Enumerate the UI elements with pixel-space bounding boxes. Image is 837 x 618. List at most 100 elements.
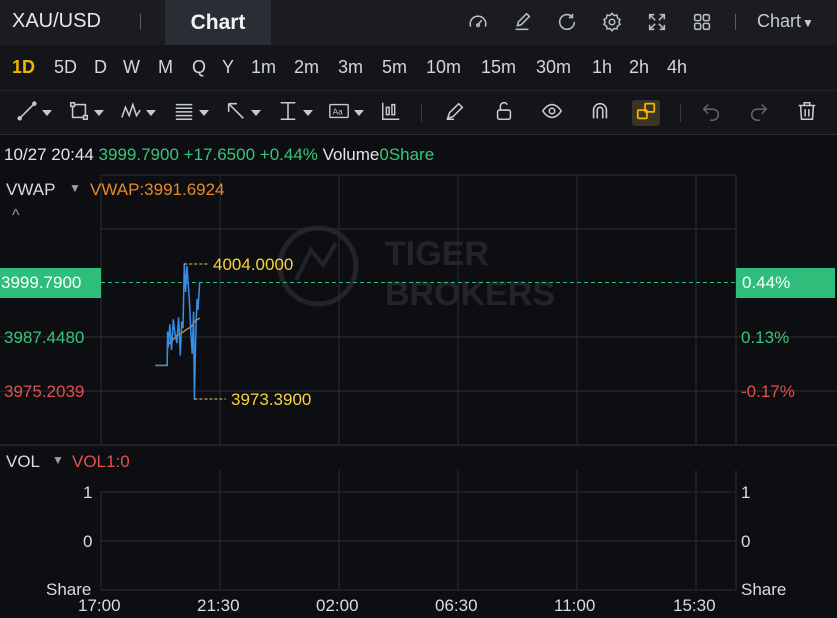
visibility-toggle[interactable] (541, 100, 563, 126)
caret-down-icon[interactable]: ▼ (52, 453, 64, 467)
time-axis-label: 11:00 (554, 596, 596, 615)
period-y[interactable]: Y (222, 57, 234, 78)
price-point (188, 304, 191, 306)
period-1h[interactable]: 1h (592, 57, 612, 78)
tab-chart[interactable]: Chart (165, 0, 271, 45)
fullscreen-icon[interactable] (644, 9, 670, 35)
price-point (167, 345, 170, 348)
redo-button[interactable] (748, 100, 770, 126)
price-point (174, 333, 176, 335)
speed-gauge-icon[interactable] (465, 9, 491, 35)
pen-tool[interactable] (444, 100, 466, 126)
price-point (166, 331, 169, 334)
rectangle-tool[interactable] (68, 100, 104, 126)
chart-canvas[interactable]: TIGER BROKERS (0, 170, 837, 618)
price-point (191, 352, 194, 354)
divider (680, 104, 681, 122)
indicator-tool[interactable] (380, 100, 402, 126)
price-point (186, 265, 188, 268)
arrow-icon (225, 100, 247, 127)
watermark: TIGER BROKERS (277, 225, 555, 313)
period-w[interactable]: W (123, 57, 140, 78)
title-bar: XAU/USD Chart Chart▼ (0, 0, 837, 45)
pen-icon (444, 100, 466, 127)
magnet-toggle[interactable] (589, 100, 611, 126)
trend-line-tool[interactable] (16, 100, 52, 126)
fibonacci-tool[interactable] (173, 100, 209, 126)
caret-down-icon[interactable]: ▼ (69, 181, 81, 195)
drawing-toolbar: Aa (0, 91, 837, 135)
undo-button[interactable] (700, 100, 722, 126)
redo-icon (748, 100, 770, 127)
period-5m[interactable]: 5m (382, 57, 407, 78)
price-line (156, 263, 201, 400)
quote-change-pct: +0.44% (259, 145, 318, 164)
price-point (166, 364, 169, 367)
period-15m[interactable]: 15m (481, 57, 516, 78)
vertical-line-tool[interactable] (277, 100, 313, 126)
link-toggle[interactable] (632, 100, 660, 126)
price-point (192, 311, 195, 314)
time-axis-label: 02:00 (316, 596, 359, 615)
arrow-tool[interactable] (225, 100, 261, 126)
indicator-icon (380, 100, 402, 127)
pct-axis-low: -0.17% (741, 382, 795, 401)
divider (140, 14, 141, 30)
period-1d[interactable]: 1D (12, 57, 35, 78)
vol-axis-left-0: 0 (83, 532, 93, 551)
price-point (184, 290, 187, 293)
chart-type-dropdown[interactable]: Chart▼ (757, 11, 814, 32)
pct-axis-mid: 0.13% (741, 328, 790, 347)
link-icon (635, 100, 657, 127)
period-m[interactable]: M (158, 57, 173, 78)
eye-icon (541, 100, 563, 127)
volume-grid (100, 470, 737, 591)
vertical-line-icon (277, 100, 299, 127)
quote-info-row: 10/27 20:44 3999.7900 +17.6500 +0.44% Vo… (4, 145, 434, 165)
period-5d[interactable]: 5D (54, 57, 77, 78)
price-axis-low: 3975.2039 (4, 382, 85, 401)
price-point (195, 318, 198, 321)
refresh-icon[interactable] (554, 9, 580, 35)
time-axis-label: 06:30 (435, 596, 478, 615)
period-30m[interactable]: 30m (536, 57, 571, 78)
collapse-icon[interactable]: ^ (12, 207, 20, 225)
period-1m[interactable]: 1m (251, 57, 276, 78)
price-point (155, 364, 158, 367)
edit-icon[interactable] (509, 9, 535, 35)
pattern-tool[interactable] (120, 100, 156, 126)
quote-price: 3999.7900 (98, 145, 179, 164)
svg-text:Aa: Aa (333, 107, 344, 116)
divider (735, 14, 736, 30)
chart-type-label: Chart (757, 11, 802, 31)
price-point (177, 317, 180, 320)
period-10m[interactable]: 10m (426, 57, 461, 78)
lock-toggle[interactable] (493, 100, 515, 126)
time-axis-label: 15:30 (673, 596, 716, 615)
price-point (187, 283, 190, 286)
delete-button[interactable] (796, 100, 818, 126)
text-tool[interactable]: Aa (328, 100, 364, 126)
vol-indicator-value: VOL1:0 (72, 452, 130, 471)
period-3m[interactable]: 3m (338, 57, 363, 78)
watermark-text-2: BROKERS (385, 275, 555, 313)
period-4h[interactable]: 4h (667, 57, 687, 78)
price-point (197, 308, 199, 310)
rectangle-icon (68, 100, 90, 127)
vol-axis-right-unit: Share (741, 580, 787, 599)
grid-icon[interactable] (689, 9, 715, 35)
caret-down-icon: ▼ (802, 16, 814, 30)
vwap-indicator-name[interactable]: VWAP (6, 180, 55, 200)
price-point (196, 298, 199, 301)
period-2h[interactable]: 2h (629, 57, 649, 78)
period-d[interactable]: D (94, 57, 107, 78)
fibonacci-icon (173, 100, 195, 127)
settings-icon[interactable] (599, 9, 625, 35)
price-point (175, 341, 178, 344)
vol-indicator-name[interactable]: VOL (6, 452, 40, 472)
period-q[interactable]: Q (192, 57, 206, 78)
low-marker-label: 3973.3900 (231, 390, 312, 409)
undo-icon (700, 100, 722, 127)
period-2m[interactable]: 2m (294, 57, 319, 78)
current-price-tag: 3999.7900 (0, 268, 101, 298)
